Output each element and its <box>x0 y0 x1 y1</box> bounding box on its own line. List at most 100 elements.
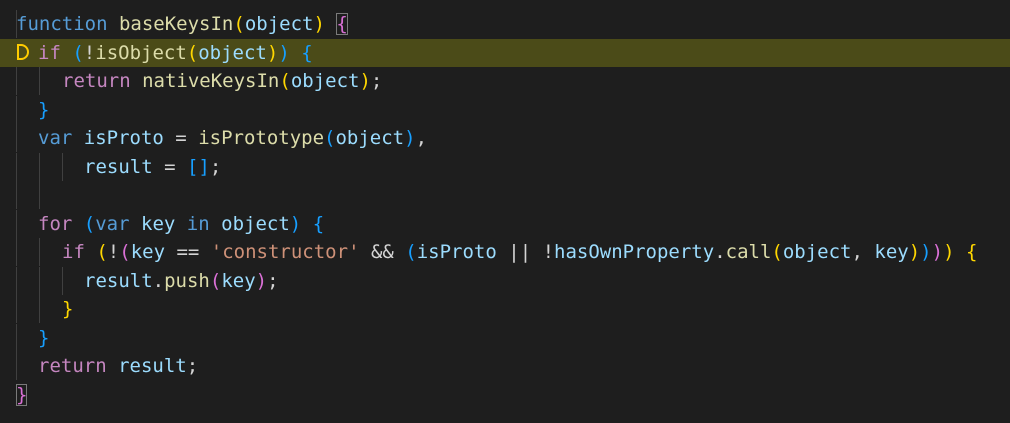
code-token: } <box>38 98 50 121</box>
code-token: . <box>714 241 726 263</box>
code-token: [] <box>186 155 210 178</box>
code-line[interactable]: } <box>0 381 1010 409</box>
indent-guide <box>16 152 17 181</box>
code-text: return result; <box>38 352 198 380</box>
code-token: hasOwnProperty <box>554 241 715 263</box>
indent-guide <box>16 352 17 380</box>
code-text: } <box>62 295 73 323</box>
code-token: , <box>415 127 428 149</box>
code-token: call <box>725 241 772 263</box>
code-text: function baseKeysIn(object) { <box>16 10 348 38</box>
code-line[interactable]: return result; <box>0 352 1010 380</box>
code-token: object <box>290 70 360 92</box>
debug-breakpoint-icon[interactable] <box>17 43 29 60</box>
code-token: object <box>782 241 852 263</box>
code-token: in <box>186 212 210 235</box>
code-token: ) <box>313 13 325 35</box>
code-token: 'constructor' <box>210 241 360 263</box>
code-token: object <box>221 212 290 235</box>
code-token: result <box>118 355 187 377</box>
code-token: var <box>95 212 130 235</box>
code-line[interactable]: } <box>0 95 1010 124</box>
code-token: object <box>335 127 405 149</box>
code-token: ( <box>405 241 417 263</box>
code-token: ( <box>233 13 245 35</box>
code-token: key <box>141 212 176 235</box>
code-text: for (var key in object) { <box>38 210 324 238</box>
code-token: ) <box>255 269 268 292</box>
code-token: { <box>336 13 348 35</box>
code-token: ; <box>186 355 199 377</box>
code-text: } <box>38 96 49 124</box>
code-token: ) <box>289 212 302 235</box>
code-line[interactable]: } <box>0 323 1010 352</box>
code-token: function <box>16 13 108 35</box>
indent-guide <box>39 295 40 323</box>
code-token: if <box>62 241 85 263</box>
code-token: var <box>38 127 73 149</box>
code-token: nativeKeysIn <box>142 70 280 92</box>
code-token: ( <box>72 41 84 64</box>
code-line[interactable]: if (!(key == 'constructor' && (isProto |… <box>0 238 1010 266</box>
code-token: || <box>496 241 543 263</box>
code-token: ) <box>359 70 371 92</box>
code-token: result <box>84 269 153 292</box>
code-token: ( <box>771 241 783 263</box>
code-token: , <box>851 241 875 263</box>
code-token: ) <box>931 241 944 263</box>
code-token: } <box>38 326 50 349</box>
indent-guide <box>39 181 40 209</box>
code-token: ! <box>542 241 555 263</box>
code-text: } <box>38 324 49 352</box>
code-token: if <box>38 41 61 64</box>
indent-guide <box>39 67 40 95</box>
code-token: ( <box>83 212 96 235</box>
code-token: ( <box>209 269 222 292</box>
code-editor[interactable]: function baseKeysIn(object) {if (!isObje… <box>0 0 1010 423</box>
code-line[interactable]: return nativeKeysIn(object); <box>0 67 1010 95</box>
code-line[interactable]: result = []; <box>0 152 1010 181</box>
code-line[interactable]: var isProto = isPrototype(object), <box>0 124 1010 152</box>
code-token: ; <box>209 155 222 178</box>
code-token: object <box>198 41 267 64</box>
code-line[interactable]: for (var key in object) { <box>0 209 1010 238</box>
code-text: result.push(key); <box>84 267 279 295</box>
code-token: key <box>874 241 909 263</box>
code-token: ; <box>370 70 383 92</box>
indent-guide <box>16 209 17 238</box>
code-line[interactable] <box>0 181 1010 209</box>
code-token: object <box>244 13 314 35</box>
indent-guide <box>16 95 17 124</box>
code-line[interactable]: function baseKeysIn(object) { <box>0 10 1010 38</box>
code-token: ) <box>920 241 932 263</box>
indent-guide <box>39 152 40 181</box>
indent-guide <box>62 266 63 295</box>
code-token: ) <box>404 127 416 149</box>
code-line[interactable]: } <box>0 295 1010 323</box>
code-token: key <box>221 269 256 292</box>
code-token: baseKeysIn <box>118 13 234 35</box>
code-token: { <box>312 212 325 235</box>
code-text: result = []; <box>84 153 221 181</box>
code-token: return <box>62 70 131 92</box>
code-line[interactable]: if (!isObject(object)) { <box>0 38 1010 67</box>
code-token: key <box>130 241 166 263</box>
code-line[interactable]: result.push(key); <box>0 266 1010 295</box>
code-token: ( <box>279 70 291 92</box>
code-token: push <box>164 269 210 292</box>
code-token: . <box>152 269 165 292</box>
code-token: for <box>38 212 73 235</box>
code-text: if (!(key == 'constructor' && (isProto |… <box>62 238 977 266</box>
